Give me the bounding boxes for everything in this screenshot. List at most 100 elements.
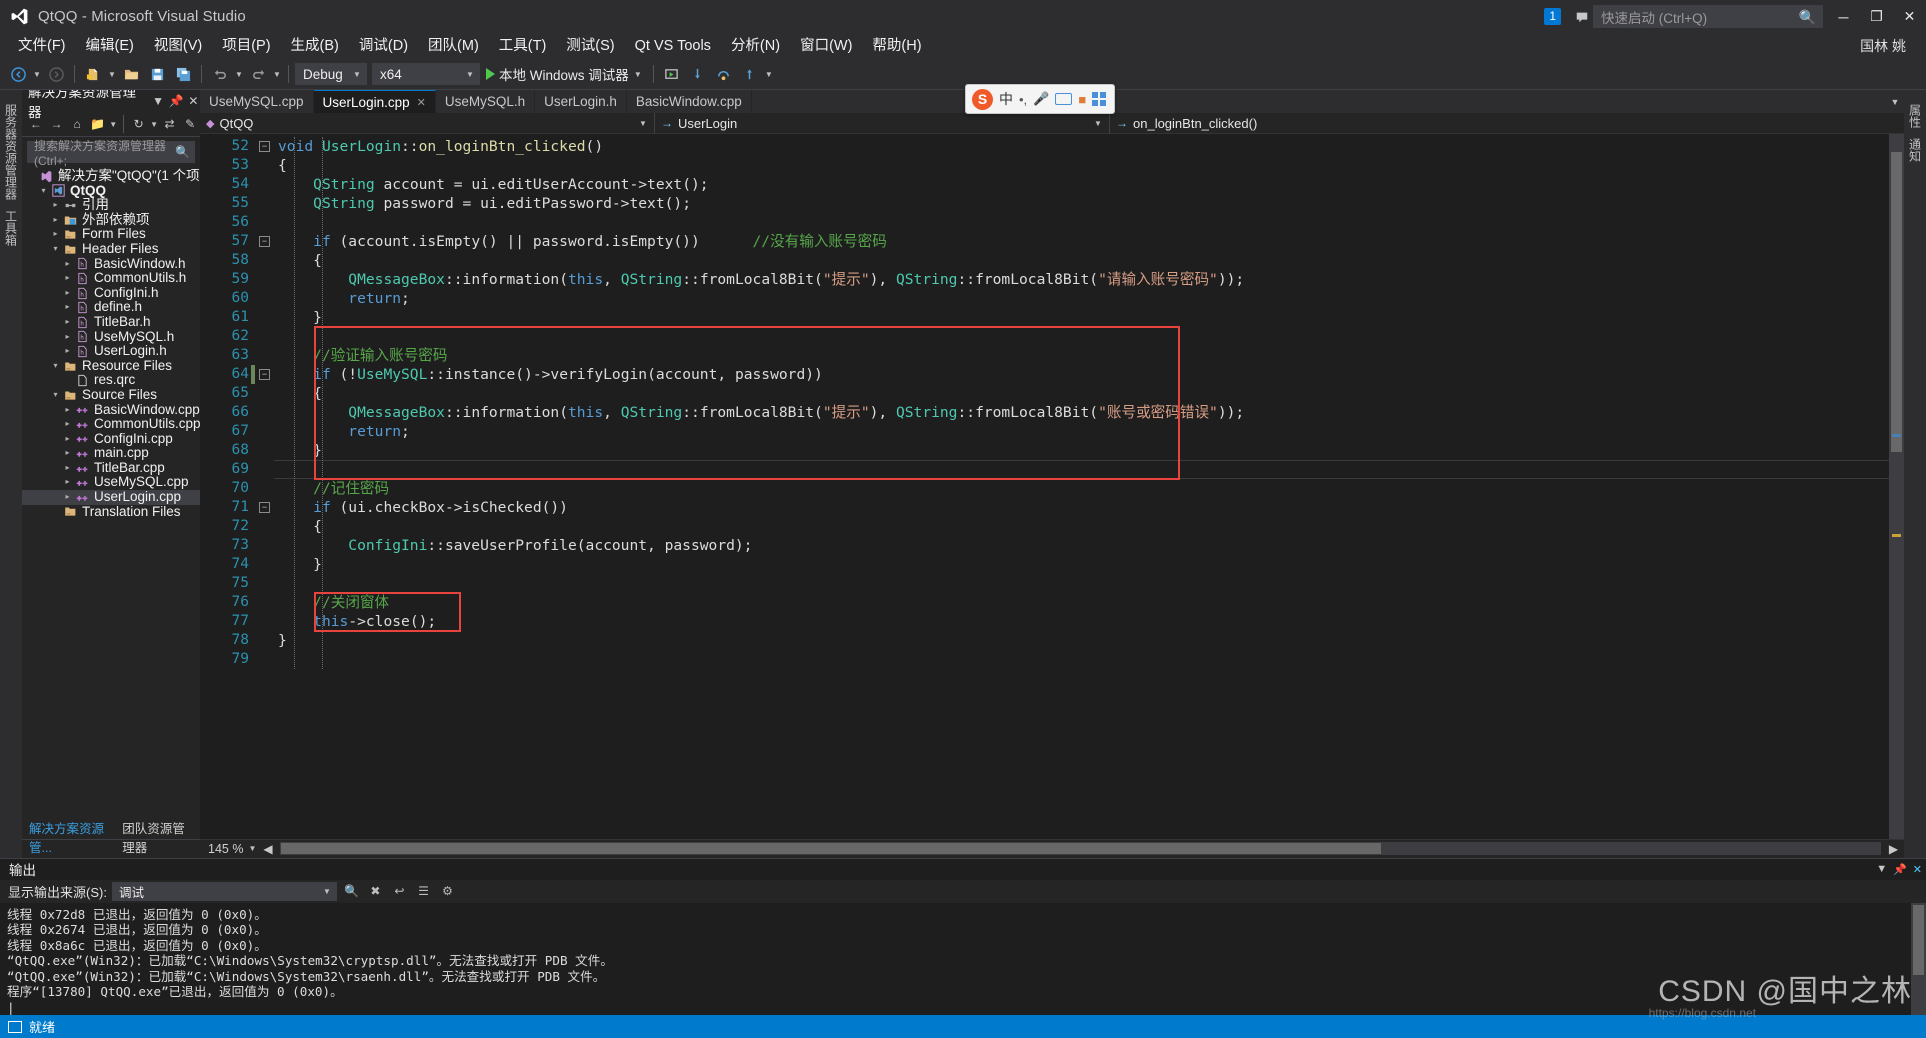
- menu-view[interactable]: 视图(V): [144, 33, 212, 59]
- feedback-icon[interactable]: [1571, 6, 1593, 28]
- editor-tab[interactable]: UseMySQL.cpp: [200, 90, 314, 113]
- keyboard-icon[interactable]: [1055, 93, 1073, 105]
- collapse-all-icon[interactable]: ⇄: [160, 114, 180, 135]
- chevron-down-icon[interactable]: ▼: [322, 887, 332, 896]
- chevron-down-icon[interactable]: ▼: [633, 70, 643, 79]
- menu-tools[interactable]: 工具(T): [489, 33, 557, 59]
- attach-process-icon[interactable]: [660, 62, 684, 86]
- tree-item[interactable]: ▸ 引用: [22, 198, 200, 213]
- ime-toolbar[interactable]: S 中 •, 🎤 ■: [965, 84, 1115, 114]
- fold-toggle-icon[interactable]: −: [259, 141, 270, 152]
- microphone-icon[interactable]: 🎤: [1033, 91, 1049, 107]
- new-item-dropdown-icon[interactable]: ▼: [107, 70, 117, 79]
- output-settings-icon[interactable]: ⚙: [438, 882, 457, 901]
- chevron-down-icon[interactable]: ▼: [151, 94, 164, 108]
- fold-toggle-icon[interactable]: −: [259, 369, 270, 380]
- editor-tab[interactable]: UserLogin.h: [535, 90, 627, 113]
- user-account[interactable]: 国林 姚: [1860, 36, 1906, 56]
- ime-mode-label[interactable]: 中: [999, 89, 1013, 109]
- expand-arrow-icon[interactable]: ▸: [61, 330, 74, 345]
- tree-item[interactable]: ▸ h CommonUtils.h: [22, 271, 200, 286]
- expand-arrow-icon[interactable]: ▸: [61, 315, 74, 330]
- step-out-icon[interactable]: [738, 62, 762, 86]
- tab-team-explorer[interactable]: 团队资源管理器: [115, 817, 200, 858]
- tree-item[interactable]: ▸ 外部依赖项: [22, 212, 200, 228]
- tree-item[interactable]: ▸ ConfigIni.cpp: [22, 431, 200, 447]
- hscrollbar-thumb[interactable]: [281, 843, 1382, 854]
- expand-arrow-icon[interactable]: ▸: [49, 213, 62, 228]
- output-vertical-scrollbar[interactable]: [1911, 902, 1926, 1015]
- menu-edit[interactable]: 编辑(E): [76, 33, 144, 59]
- clear-all-icon[interactable]: ✖: [366, 882, 385, 901]
- collapse-arrow-icon[interactable]: ▾: [49, 359, 62, 374]
- open-folder-icon[interactable]: [119, 62, 143, 86]
- tree-item[interactable]: ▸ h ConfigIni.h: [22, 285, 200, 301]
- glyph-margin[interactable]: − − − −: [251, 134, 274, 839]
- minimize-button[interactable]: ─: [1827, 0, 1860, 33]
- refresh-icon[interactable]: ↻: [129, 114, 149, 135]
- forward-icon[interactable]: →: [47, 114, 67, 135]
- magnifier-icon[interactable]: 🔍: [1799, 9, 1816, 26]
- toggle-wordwrap-icon[interactable]: ↩: [390, 882, 409, 901]
- chevron-down-icon[interactable]: ▼: [638, 119, 648, 128]
- step-into-icon[interactable]: [686, 62, 710, 86]
- output-body[interactable]: 线程 0x72d8 已退出，返回值为 0 (0x0)。 线程 0x2674 已退出…: [0, 902, 1926, 1015]
- collapse-arrow-icon[interactable]: ▾: [49, 388, 62, 403]
- properties-tab[interactable]: 属性: [1907, 104, 1924, 128]
- code-editor[interactable]: 52 53 54 55 56 57 58 59 60 61 62 63 64 65 66 67 68 69 70 71…: [200, 134, 1904, 839]
- pin-icon[interactable]: 📌: [169, 94, 184, 108]
- navbar-member-select[interactable]: → on_loginBtn_clicked(): [1110, 113, 1904, 134]
- back-icon[interactable]: ←: [26, 114, 46, 135]
- notification-group[interactable]: 1: [1544, 8, 1561, 25]
- tree-item[interactable]: ▸ UseMySQL.cpp: [22, 475, 200, 490]
- menu-build[interactable]: 生成(B): [281, 33, 349, 59]
- editor-tab[interactable]: BasicWindow.cpp: [627, 90, 752, 113]
- scrollbar-thumb[interactable]: [1891, 152, 1902, 452]
- maximize-button[interactable]: ❐: [1860, 0, 1893, 33]
- expand-arrow-icon[interactable]: ▸: [61, 475, 74, 490]
- menu-window[interactable]: 窗口(W): [790, 33, 862, 59]
- navbar-project-select[interactable]: ◆ QtQQ ▼: [200, 112, 655, 134]
- properties-icon[interactable]: ✎: [180, 114, 200, 135]
- menu-file[interactable]: 文件(F): [8, 33, 76, 59]
- chevron-down-icon[interactable]: ▼: [1876, 863, 1887, 875]
- tab-solution-explorer[interactable]: 解决方案资源管...: [22, 817, 115, 858]
- toolbox-tab[interactable]: 工具箱: [3, 210, 20, 246]
- quick-launch-input[interactable]: 快速启动 (Ctrl+Q) 🔍: [1593, 5, 1823, 28]
- toolbar-overflow-icon[interactable]: ▼: [764, 70, 774, 79]
- menu-help[interactable]: 帮助(H): [862, 33, 931, 59]
- redo-dropdown-icon[interactable]: ▼: [272, 70, 282, 79]
- expand-arrow-icon[interactable]: ▸: [61, 271, 74, 286]
- editor-horizontal-scrollbar[interactable]: [280, 842, 1881, 855]
- find-message-icon[interactable]: 🔍: [342, 882, 361, 901]
- apps-grid-icon[interactable]: [1092, 92, 1107, 106]
- goto-message-icon[interactable]: ☰: [414, 882, 433, 901]
- hscroll-right-icon[interactable]: ▶: [1883, 838, 1904, 859]
- expand-arrow-icon[interactable]: ▸: [49, 227, 62, 242]
- tree-item[interactable]: ▸ h BasicWindow.h: [22, 256, 200, 272]
- palette-icon[interactable]: ■: [1078, 92, 1086, 107]
- back-dropdown-icon[interactable]: ▼: [32, 70, 42, 79]
- expand-arrow-icon[interactable]: ▸: [61, 403, 74, 418]
- notifications-tab[interactable]: 通知: [1907, 138, 1924, 162]
- menu-analyze[interactable]: 分析(N): [721, 33, 790, 59]
- tree-item[interactable]: ▸ main.cpp: [22, 446, 200, 461]
- undo-dropdown-icon[interactable]: ▼: [234, 70, 244, 79]
- redo-icon[interactable]: [246, 62, 270, 86]
- solution-configuration-select[interactable]: Debug ▼: [295, 63, 367, 85]
- close-button[interactable]: ✕: [1893, 0, 1926, 33]
- chevron-down-icon[interactable]: ▼: [465, 70, 475, 79]
- tree-item[interactable]: Translation Files: [22, 504, 200, 520]
- step-over-icon[interactable]: [712, 62, 736, 86]
- tree-item[interactable]: ▸ TitleBar.cpp: [22, 460, 200, 476]
- back-arrow-icon[interactable]: [6, 62, 30, 86]
- expand-arrow-icon[interactable]: ▸: [61, 344, 74, 359]
- tree-item[interactable]: ▸ h TitleBar.h: [22, 314, 200, 330]
- tree-item[interactable]: ▸ BasicWindow.cpp: [22, 402, 200, 418]
- home-icon[interactable]: ⌂: [67, 114, 87, 135]
- zoom-level-select[interactable]: 145 % ▼: [200, 842, 257, 856]
- chevron-down-icon[interactable]: ▼: [247, 844, 257, 853]
- chevron-down-icon[interactable]: ▼: [149, 120, 158, 129]
- search-icon[interactable]: 🔍: [175, 145, 190, 159]
- tree-item[interactable]: ▸ CommonUtils.cpp: [22, 416, 200, 432]
